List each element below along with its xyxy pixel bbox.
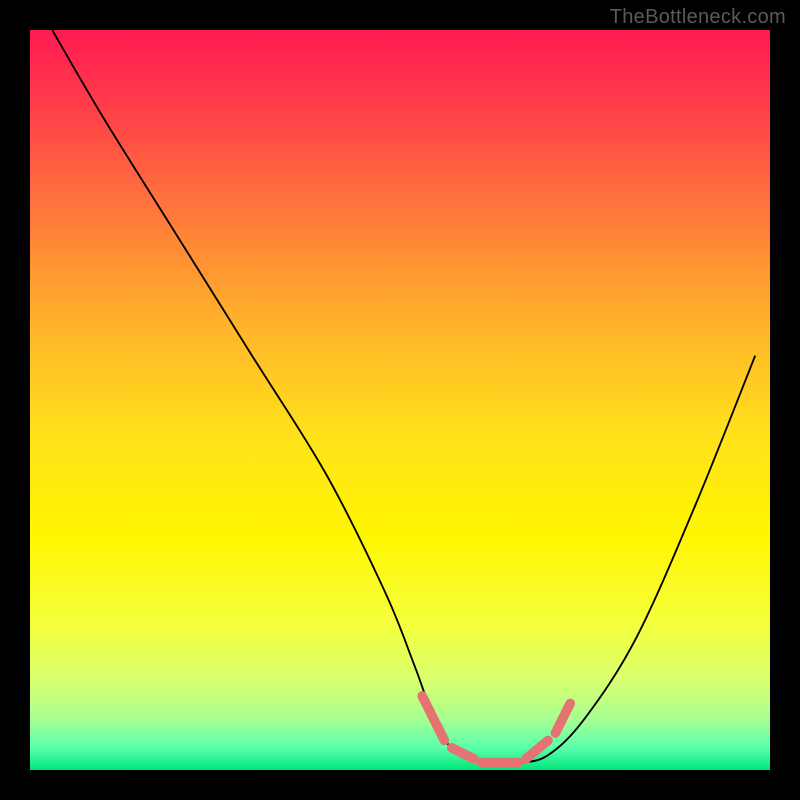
flat-marker-segment [555, 703, 570, 733]
flat-marker-segment [422, 696, 444, 740]
flat-marker-segment [452, 748, 474, 759]
plot-area [30, 30, 770, 770]
watermark-text: TheBottleneck.com [610, 6, 786, 29]
flat-marker-segment [526, 740, 548, 759]
curve-layer [30, 30, 770, 770]
flat-region-markers [422, 696, 570, 763]
bottleneck-curve [52, 30, 755, 764]
